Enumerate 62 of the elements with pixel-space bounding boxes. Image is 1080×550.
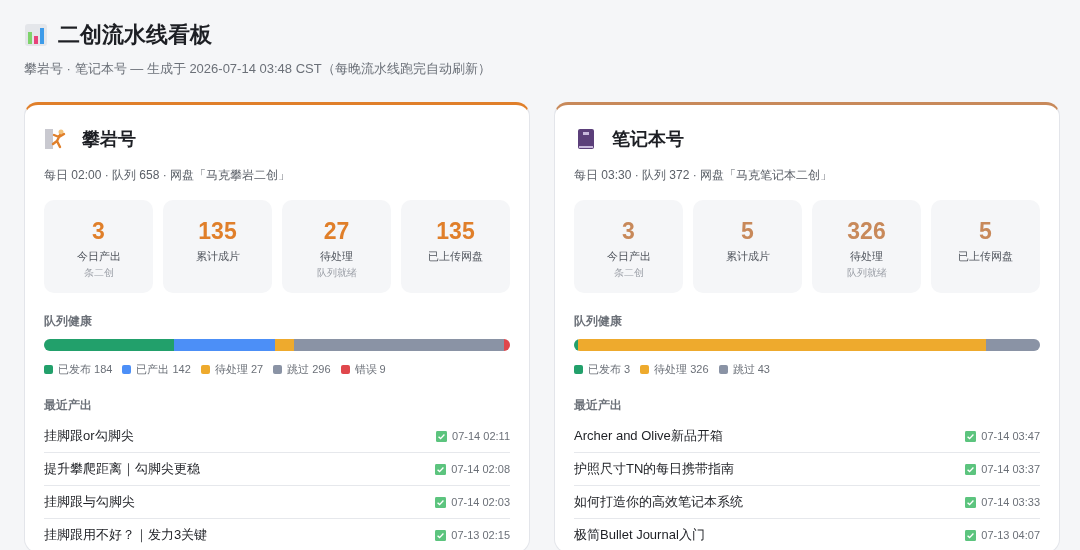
stat-value: 3 — [621, 218, 636, 244]
legend-label: 已发布 184 — [58, 362, 113, 377]
output-title: 挂脚跟用不好？｜发力3关键 — [44, 526, 208, 544]
account-name: 笔记本号 — [612, 128, 684, 151]
account-meta: 每日 02:00 · 队列 658 · 网盘「马克攀岩二创」 — [44, 167, 292, 184]
checkmark-icon — [965, 463, 977, 475]
stat-label: 今日产出 — [75, 249, 122, 264]
output-time: 07-14 02:11 — [452, 430, 510, 442]
stat-note: 队列就绪 — [845, 266, 888, 280]
legend-label: 已产出 142 — [136, 362, 191, 377]
stat-label: 待处理 — [849, 249, 884, 264]
legend-label: 跳过 43 — [732, 362, 770, 377]
output-time: 07-14 02:03 — [451, 496, 510, 508]
output-title: 挂脚跟or勾脚尖 — [44, 427, 134, 445]
stat-value: 5 — [978, 218, 993, 244]
stat-label: 待处理 — [319, 249, 354, 264]
output-time: 07-14 03:37 — [981, 463, 1040, 475]
checkmark-icon — [965, 529, 977, 541]
climber-icon — [44, 127, 68, 151]
checkmark-icon — [435, 529, 447, 541]
output-title: 如何打造你的高效笔记本系统 — [574, 493, 743, 511]
output-time: 07-13 02:15 — [451, 529, 510, 541]
output-time: 07-13 04:07 — [981, 529, 1040, 541]
page-title: 二创流水线看板 — [58, 21, 212, 49]
legend-label: 跳过 296 — [287, 362, 331, 377]
output-time: 07-14 02:08 — [451, 463, 510, 475]
stat-label: 已上传网盘 — [427, 249, 484, 264]
bar-chart-icon — [24, 23, 48, 47]
stat-label: 累计成片 — [194, 249, 241, 264]
stat-value: 5 — [740, 218, 755, 244]
output-time: 07-14 03:33 — [981, 496, 1040, 508]
legend-label: 错误 9 — [354, 362, 386, 377]
stat-value: 27 — [322, 218, 351, 244]
output-title: 挂脚跟与勾脚尖 — [44, 493, 135, 511]
account-name: 攀岩号 — [82, 128, 136, 151]
legend-label: 待处理 326 — [654, 362, 709, 377]
output-title: 护照尺寸TN的每日携带指南 — [574, 460, 735, 478]
stat-value: 326 — [846, 218, 887, 244]
legend-label: 待处理 27 — [214, 362, 264, 377]
checkmark-icon — [435, 496, 447, 508]
page-subtitle: 攀岩号 · 笔记本号 — 生成于 2026-07-14 03:48 CST（每晚流水线跑完自动刷新） — [24, 60, 492, 78]
account-meta: 每日 03:30 · 队列 372 · 网盘「马克笔记本二创」 — [574, 167, 834, 184]
stat-value: 135 — [435, 218, 476, 244]
output-title: 极简Bullet Journal入门 — [574, 526, 705, 544]
section-label: 最近产出 — [574, 397, 623, 414]
output-title: 提升攀爬距离｜勾脚尖更稳 — [44, 460, 200, 478]
section-label: 队列健康 — [44, 313, 93, 330]
legend-label: 已发布 3 — [588, 362, 631, 377]
output-title: Archer and Olive新品开箱 — [574, 427, 723, 445]
checkmark-icon — [436, 430, 448, 442]
checkmark-icon — [965, 430, 977, 442]
stat-label: 今日产出 — [605, 249, 652, 264]
stat-label: 累计成片 — [724, 249, 771, 264]
stat-value: 135 — [197, 218, 238, 244]
checkmark-icon — [435, 463, 447, 475]
section-label: 最近产出 — [44, 397, 93, 414]
section-label: 队列健康 — [574, 313, 623, 330]
checkmark-icon — [965, 496, 977, 508]
stat-label: 已上传网盘 — [957, 249, 1014, 264]
output-time: 07-14 03:47 — [981, 430, 1040, 442]
stat-value: 3 — [91, 218, 106, 244]
stat-note: 队列就绪 — [315, 266, 358, 280]
